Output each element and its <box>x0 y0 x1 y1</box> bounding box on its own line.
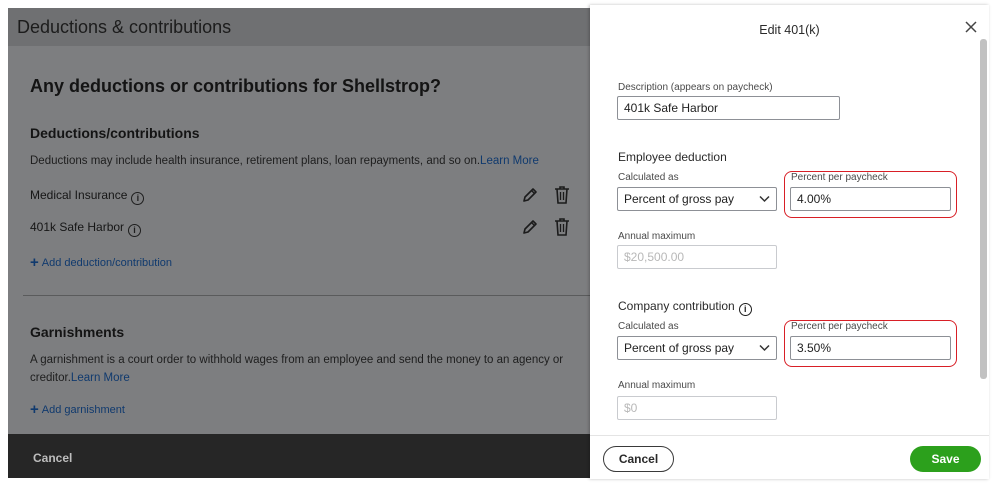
panel-header: Deductions & contributions <box>8 8 590 46</box>
drawer-title: Edit 401(k) <box>759 23 820 37</box>
description-label: Description (appears on paycheck) <box>618 82 773 93</box>
deductions-panel: Deductions & contributions Any deduction… <box>8 8 590 478</box>
save-button[interactable]: Save <box>910 446 981 472</box>
company-calc-select[interactable]: Percent of gross pay <box>617 336 777 360</box>
info-icon[interactable]: i <box>128 224 142 237</box>
deduction-label: Medical Insurance i <box>30 188 145 205</box>
info-icon[interactable]: i <box>131 192 145 205</box>
plus-icon: + <box>30 401 39 418</box>
chevron-down-icon <box>759 195 770 203</box>
deduction-label-text: 401k Safe Harbor <box>30 220 125 234</box>
cancel-button[interactable]: Cancel <box>603 446 674 472</box>
garnishments-description-line1: A garnishment is a court order to withho… <box>30 354 564 366</box>
employee-percent-input[interactable]: 4.00% <box>790 187 951 211</box>
pencil-icon[interactable] <box>521 186 539 204</box>
garnishments-learn-more-link[interactable]: Learn More <box>71 372 130 384</box>
add-deduction-label: Add deduction/contribution <box>41 257 173 269</box>
add-deduction-link[interactable]: + Add deduction/contribution <box>30 254 172 271</box>
trash-icon[interactable] <box>553 217 571 237</box>
close-icon[interactable] <box>964 20 978 34</box>
company-calc-label: Calculated as <box>618 321 679 332</box>
garnishments-section-title: Garnishments <box>30 324 125 340</box>
info-icon[interactable]: i <box>738 303 752 316</box>
company-annual-label: Annual maximum <box>618 380 696 391</box>
plus-icon: + <box>30 254 39 271</box>
company-annual-input[interactable]: $0 <box>617 396 777 420</box>
trash-icon[interactable] <box>553 185 571 205</box>
company-percent-input[interactable]: 3.50% <box>790 336 951 360</box>
company-percent-label: Percent per paycheck <box>791 321 888 332</box>
edit-401k-drawer: Edit 401(k) Description (appears on payc… <box>590 5 989 479</box>
add-garnishment-label: Add garnishment <box>41 404 125 416</box>
drawer-scrollbar[interactable] <box>980 39 987 379</box>
deduction-label: 401k Safe Harbor i <box>30 220 142 237</box>
panel-footer: Cancel <box>8 434 590 478</box>
company-contribution-title: Company contribution i <box>618 299 752 316</box>
company-calc-value: Percent of gross pay <box>624 341 735 355</box>
employee-calc-label: Calculated as <box>618 172 679 183</box>
company-contribution-title-text: Company contribution <box>618 299 735 313</box>
employee-percent-label: Percent per paycheck <box>791 172 888 183</box>
employee-calc-value: Percent of gross pay <box>624 192 735 206</box>
deduction-row-401k: 401k Safe Harbor i <box>30 216 575 240</box>
employee-annual-input[interactable]: $20,500.00 <box>617 245 777 269</box>
add-garnishment-link[interactable]: + Add garnishment <box>30 401 125 418</box>
app-window: Deductions & contributions Any deduction… <box>0 0 998 485</box>
pencil-icon[interactable] <box>521 218 539 236</box>
panel-title: Deductions & contributions <box>17 17 232 37</box>
section-divider <box>23 295 590 296</box>
employee-calc-select[interactable]: Percent of gross pay <box>617 187 777 211</box>
deductions-learn-more-link[interactable]: Learn More <box>480 155 539 167</box>
chevron-down-icon <box>759 344 770 352</box>
description-input[interactable]: 401k Safe Harbor <box>617 96 840 120</box>
panel-cancel-button[interactable]: Cancel <box>33 451 72 465</box>
employee-annual-label: Annual maximum <box>618 231 696 242</box>
deductions-description-text: Deductions may include health insurance,… <box>30 155 481 167</box>
garnishments-description-line2: creditor. <box>30 372 71 384</box>
employee-deduction-title: Employee deduction <box>618 150 727 164</box>
deduction-row-medical: Medical Insurance i <box>30 184 575 208</box>
deductions-description: Deductions may include health insurance,… <box>30 152 539 170</box>
garnishments-description: A garnishment is a court order to withho… <box>30 351 563 387</box>
deduction-label-text: Medical Insurance <box>30 188 128 202</box>
deductions-section-title: Deductions/contributions <box>30 125 200 141</box>
drawer-footer: Cancel Save <box>590 435 989 479</box>
page-heading: Any deductions or contributions for Shel… <box>30 76 442 96</box>
